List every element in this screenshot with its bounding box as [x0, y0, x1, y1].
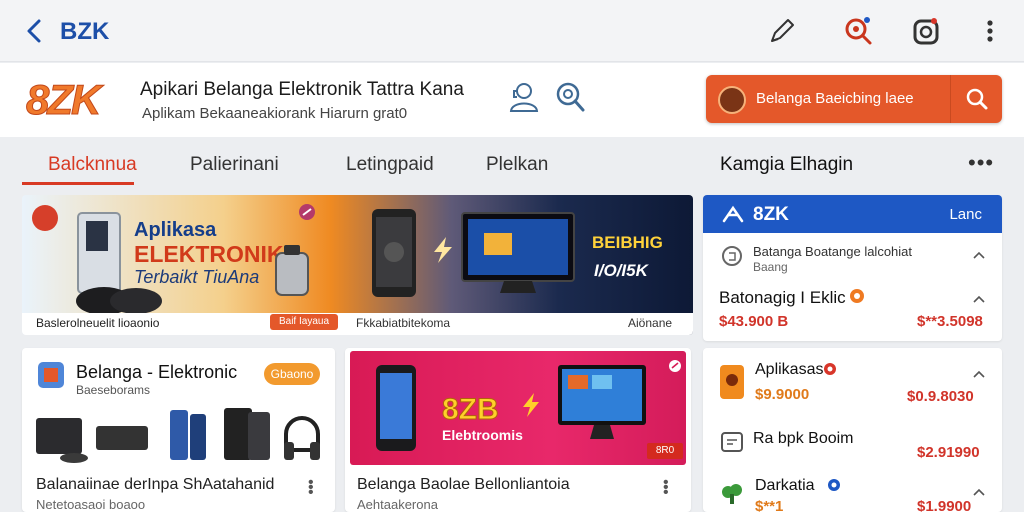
more-horizontal-icon[interactable]: ••• — [968, 150, 994, 176]
favorite-icon[interactable] — [298, 203, 316, 221]
tab-2[interactable]: Palierinani — [190, 154, 279, 176]
search-icon[interactable] — [842, 15, 874, 47]
banner-title-line1: Aplikasa — [134, 219, 217, 241]
list-item-name[interactable]: Aplikasas — [755, 361, 823, 379]
sidebar-card-header: 8ZK Lanc — [703, 195, 1002, 233]
more-vertical-icon[interactable] — [974, 15, 1006, 47]
chevron-up-icon[interactable] — [973, 488, 985, 496]
app-logo: 8ZK — [25, 76, 101, 124]
avatar — [718, 86, 746, 114]
app-icon — [720, 365, 744, 399]
more-vertical-icon[interactable]: • • • — [308, 475, 314, 501]
plant-icon — [722, 484, 742, 504]
monitor-icon — [558, 365, 646, 439]
price-old: $43.900 B — [719, 313, 789, 330]
more-vertical-icon[interactable]: • • • — [663, 475, 669, 501]
info-icon — [722, 246, 742, 266]
brand-badge-icon — [32, 205, 58, 231]
promo-image: 8ZB Elebtroomis — [350, 351, 686, 465]
television-icon — [461, 212, 575, 293]
app-title: Apikari Belanga Elektronik Tattra Kana — [140, 79, 464, 100]
badge-icon — [824, 363, 836, 375]
tab-3[interactable]: Letingpaid — [346, 154, 434, 176]
sidebar-item-subtitle: Baang — [753, 260, 788, 274]
user-support-icon[interactable] — [506, 79, 542, 115]
badge-icon — [850, 289, 864, 303]
document-icon — [721, 432, 743, 452]
sidebar-card-list: Aplikasas $9.9000 $0.9.8030 Ra bpk Booim… — [703, 348, 1002, 512]
promo-tag: 8R0 — [647, 443, 683, 459]
sidebar-card-brand: 8ZK Lanc Batanga Boatange lalcohiat Baan… — [703, 195, 1002, 341]
app-header: 8ZK Apikari Belanga Elektronik Tattra Ka… — [0, 63, 1024, 137]
store-icon — [38, 362, 64, 388]
sidebar-brand: 8ZK — [753, 204, 789, 225]
search-input[interactable]: Belanga Baeicbing laee — [756, 90, 914, 107]
banner-title-line3: Terbaikt TiuAna — [134, 267, 260, 287]
sidebar-heading: Kamgia Elhagin — [720, 154, 854, 175]
list-item-name[interactable]: Darkatia — [755, 477, 815, 495]
tab-1[interactable]: Balcknnua — [48, 154, 137, 176]
price: $**3.5098 — [917, 313, 983, 330]
banner-promo-text: Fkkabiatbitekoma — [356, 316, 451, 330]
kettle-icon — [275, 245, 309, 296]
category-tabs: Balcknnua Palierinani Letingpaid Plelkan — [0, 138, 700, 188]
chevron-up-icon[interactable] — [973, 295, 985, 303]
product-card-caption: Balanaiinae derInpa ShAatahanid — [36, 476, 275, 493]
badge-icon — [828, 479, 840, 491]
product-card[interactable]: Belanga - Elektronic Baeseborams Gbaono … — [22, 348, 335, 512]
product-card-caption-sub: Netetoasaoi boaoo — [36, 497, 146, 512]
price: $**1 — [755, 498, 784, 512]
search-button[interactable] — [950, 75, 1002, 123]
product-images — [36, 408, 320, 463]
product-card-subtitle: Baeseborams — [76, 383, 151, 397]
promo-title: 8ZB — [442, 393, 500, 427]
smartphone-icon — [376, 365, 416, 451]
active-tab-indicator — [22, 182, 134, 185]
search-icon — [966, 88, 988, 110]
top-app-bar: BZK — [0, 0, 1024, 62]
pen-icon[interactable] — [766, 15, 798, 47]
product-card-caption-sub: Aehtaakerona — [357, 497, 438, 512]
banner-label[interactable]: Baif Iayaua — [270, 314, 338, 330]
lightning-icon — [523, 393, 539, 417]
banner-title-line2: ELEKTRONIK — [134, 241, 284, 267]
banner-tag: Aiönane — [628, 316, 673, 330]
promo-subtitle: Elebtroomis — [442, 427, 523, 443]
app-bar-title: BZK — [60, 18, 110, 45]
smartphone-icon — [372, 209, 416, 297]
app-subtitle: Aplikam Bekaaneakiorank Hiarurn grat0 — [142, 105, 408, 122]
tab-4[interactable]: Plelkan — [486, 154, 548, 176]
chevron-up-icon[interactable] — [973, 251, 985, 259]
product-card[interactable]: 8ZB Elebtroomis 8R0 Belanga Baolae Bello… — [345, 348, 691, 512]
back-arrow-icon[interactable] — [22, 18, 46, 44]
list-item-name[interactable]: Ra bpk Booim — [753, 430, 854, 448]
product-card-caption: Belanga Baolae Bellonliantoia — [357, 476, 570, 493]
status-badge[interactable]: Gbaono — [264, 363, 320, 385]
sidebar-item-title: Batanga Boatange lalcohiat — [753, 244, 913, 259]
banner-side-title: BEIBHIG — [592, 233, 663, 252]
product-card-title: Belanga - Elektronic — [76, 362, 238, 382]
chevron-up-icon[interactable] — [973, 370, 985, 378]
search-bar[interactable]: Belanga Baeicbing laee — [706, 75, 1002, 123]
price: $2.91990 — [917, 444, 980, 461]
sidebar-link[interactable]: Lanc — [949, 206, 982, 223]
banner-side-subtitle: I/O/I5K — [594, 261, 648, 280]
price: $0.9.8030 — [907, 388, 974, 405]
brand-icon — [722, 205, 744, 223]
price: $9.9000 — [755, 386, 810, 403]
banner-caption: Baslerolneuelit lioaonio — [36, 316, 160, 330]
search-icon[interactable] — [552, 79, 588, 115]
lightning-icon — [434, 237, 452, 263]
sidebar-product-name[interactable]: Batonagig I Eklic — [719, 288, 846, 308]
favorite-icon[interactable] — [668, 359, 682, 373]
promo-banner[interactable]: Aplikasa ELEKTRONIK Terbaikt TiuAna BEIB… — [22, 195, 693, 335]
price: $1.9900 — [917, 498, 972, 512]
camera-icon[interactable] — [910, 15, 942, 47]
